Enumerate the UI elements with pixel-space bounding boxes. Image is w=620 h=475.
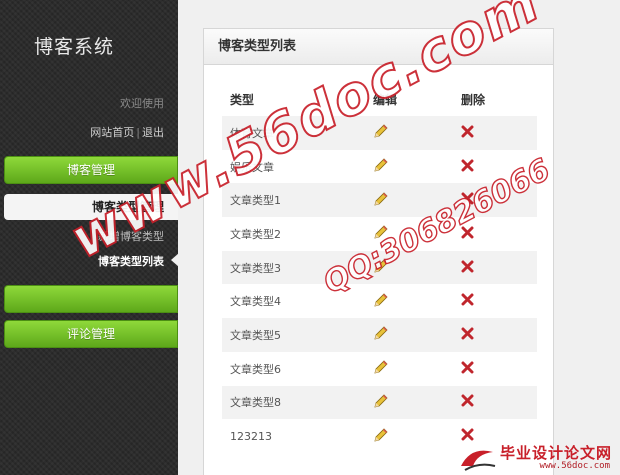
pencil-icon[interactable] xyxy=(373,123,389,142)
logout-link[interactable]: 退出 xyxy=(142,126,164,139)
pencil-icon[interactable] xyxy=(373,393,389,412)
pencil-icon[interactable] xyxy=(373,292,389,311)
edit-cell xyxy=(365,419,453,453)
link-separator: | xyxy=(136,126,140,139)
column-header-delete: 删除 xyxy=(461,92,486,107)
nav-hidden-management[interactable] xyxy=(4,285,178,313)
type-name-cell: 文章类型6 xyxy=(230,362,281,376)
delete-x-icon[interactable] xyxy=(461,125,474,141)
type-name-cell: 文章类型8 xyxy=(222,385,365,420)
delete-x-icon[interactable] xyxy=(461,327,474,343)
delete-x-icon[interactable] xyxy=(461,361,474,377)
edit-cell xyxy=(365,385,453,420)
pencil-icon[interactable] xyxy=(373,359,389,378)
delete-x-icon[interactable] xyxy=(461,260,474,276)
watermark-site-url: www.56doc.com xyxy=(539,461,610,471)
home-link[interactable]: 网站首页 xyxy=(90,126,134,139)
active-pointer-arrow xyxy=(171,253,179,267)
top-links: 网站首页 | 退出 xyxy=(90,124,164,140)
delete-cell xyxy=(453,318,537,352)
delete-x-icon[interactable] xyxy=(461,159,474,175)
delete-cell xyxy=(453,116,537,150)
table-row: 文章类型5 xyxy=(222,318,537,352)
delete-x-icon[interactable] xyxy=(461,394,474,410)
delete-cell xyxy=(453,284,537,318)
type-name-cell: 文章类型2 xyxy=(230,227,281,241)
pencil-icon[interactable] xyxy=(373,427,389,446)
pencil-icon[interactable] xyxy=(373,191,389,210)
table-row: 文章类型8 xyxy=(222,385,537,420)
pencil-icon[interactable] xyxy=(373,325,389,344)
edit-cell xyxy=(365,352,453,386)
delete-cell xyxy=(453,250,537,285)
delete-cell xyxy=(453,385,537,420)
welcome-text: 欢迎使用 xyxy=(120,97,164,110)
edit-cell xyxy=(365,150,453,184)
edit-cell xyxy=(365,318,453,352)
edit-cell xyxy=(365,116,453,150)
nav-comment-management[interactable]: 评论管理 xyxy=(4,320,178,348)
delete-x-icon[interactable] xyxy=(461,293,474,309)
table-row: 文章类型6 xyxy=(222,352,537,386)
pencil-icon[interactable] xyxy=(373,157,389,176)
delete-cell xyxy=(453,352,537,386)
watermark-site-logo: 毕业设计论文网 www.56doc.com xyxy=(455,440,620,475)
watermark-site-name: 毕业设计论文网 xyxy=(499,444,612,462)
swirl-logo-icon xyxy=(461,450,496,471)
edit-cell xyxy=(365,284,453,318)
table-row: 文章类型4 xyxy=(222,284,537,318)
app-title: 博客系统 xyxy=(34,36,115,58)
type-name-cell: 文章类型5 xyxy=(222,318,365,352)
type-name-cell: 123213 xyxy=(230,429,272,443)
